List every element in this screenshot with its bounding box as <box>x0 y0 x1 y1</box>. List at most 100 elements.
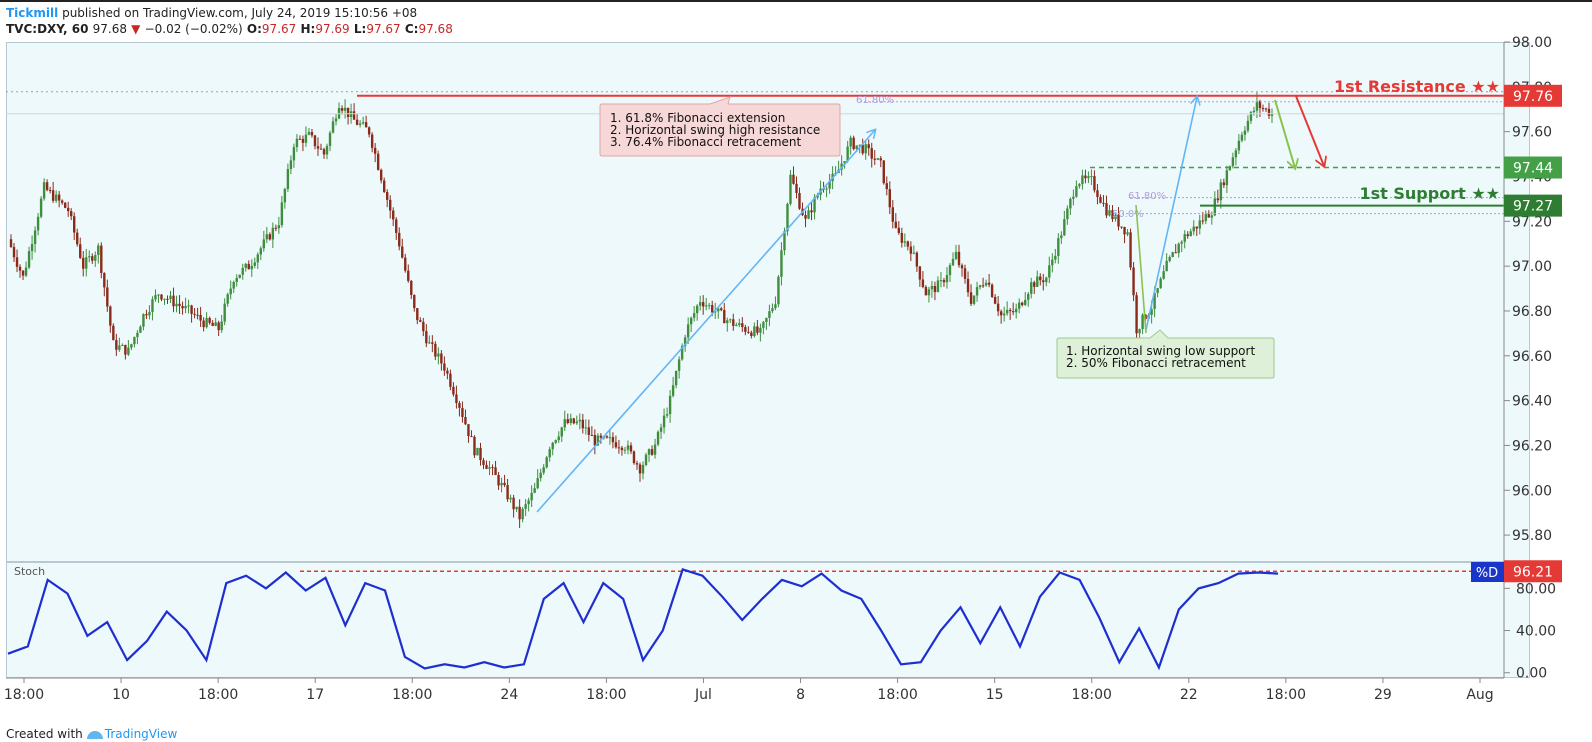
candle-body <box>804 215 807 219</box>
candle-body <box>42 182 46 199</box>
candle-body <box>705 305 708 307</box>
resistance-callout[interactable]: 1. 61.8% Fibonacci extension 2. Horizont… <box>599 96 841 157</box>
candle-body <box>768 311 771 318</box>
candle-body <box>1120 226 1123 228</box>
candle-body <box>915 252 919 267</box>
blue-arrow-up-2-icon[interactable] <box>1145 97 1197 331</box>
candle-body <box>578 419 582 422</box>
candle-body <box>897 227 901 233</box>
candle-body <box>500 482 503 486</box>
candle-body <box>527 500 530 505</box>
candle-body <box>924 286 928 296</box>
chart-canvas[interactable]: 61.80% 61.80% 50.0% 1. 61.8% Fibonacci e… <box>0 0 1592 742</box>
candle-body <box>674 370 678 386</box>
candle-body <box>373 147 377 154</box>
stoch-d-line[interactable] <box>7 568 1279 671</box>
candle-body <box>608 437 612 439</box>
candle-body <box>401 246 404 258</box>
candle-body <box>533 488 536 493</box>
candle-body <box>106 287 109 307</box>
candle-body <box>364 122 368 128</box>
candle-body <box>449 373 452 387</box>
candle-body <box>1048 265 1051 278</box>
candle-body <box>262 239 266 249</box>
candle-body <box>91 256 94 261</box>
candle-body <box>12 246 16 258</box>
candle-body <box>419 320 422 322</box>
candle-body <box>112 325 115 341</box>
candle-body <box>864 144 867 154</box>
time-axis[interactable]: 18:00 10 18:00 17 18:00 24 18:00 Jul 8 18:00 15 18:… <box>4 677 1504 703</box>
candle-body <box>726 320 729 324</box>
candle-body <box>1108 210 1111 216</box>
candle-body <box>386 192 389 200</box>
candle-body <box>250 265 253 270</box>
support-callout[interactable]: 1. Horizontal swing low support 2. 50% F… <box>1056 329 1275 379</box>
candle-body <box>229 288 232 295</box>
candle-body <box>1162 271 1165 279</box>
candle-body <box>66 207 70 212</box>
price-badge-label: 97.27 <box>1513 199 1553 215</box>
price-badges: 97.76 97.44 97.27 <box>1504 84 1562 217</box>
candle-body <box>1042 280 1045 283</box>
candle-body <box>139 326 142 333</box>
candle-body <box>1216 198 1220 201</box>
candle-body <box>566 419 569 424</box>
time-tick-label: Jul <box>694 687 712 703</box>
candle-body <box>611 437 615 443</box>
candle-body <box>963 268 967 279</box>
candle-body <box>656 431 660 445</box>
blue-arrow-up-icon[interactable] <box>536 130 875 513</box>
red-arrow-down-icon[interactable] <box>1295 95 1324 166</box>
candle-body <box>545 457 548 468</box>
candle-body <box>208 318 211 323</box>
candle-body <box>593 435 597 446</box>
candle-body <box>82 257 85 269</box>
candle-body <box>524 504 527 509</box>
candle-body <box>894 221 898 228</box>
candle-body <box>1063 219 1066 236</box>
candle-body <box>145 314 148 316</box>
candle-body <box>942 280 946 283</box>
candle-body <box>63 202 67 208</box>
candle-body <box>1261 108 1265 110</box>
candle-body <box>614 442 618 448</box>
candle-body <box>1018 302 1021 309</box>
candle-body <box>1177 243 1180 254</box>
green-arrow-down-icon[interactable] <box>1274 99 1295 168</box>
candle-body <box>223 303 226 322</box>
price-tick-label: 96.00 <box>1512 483 1552 499</box>
candle-body <box>1189 231 1192 237</box>
candle-body <box>389 199 392 211</box>
candle-body <box>33 230 37 244</box>
tradingview-link[interactable]: TradingView <box>105 727 178 741</box>
stoch-tick-label: 80.00 <box>1516 581 1556 597</box>
candle-body <box>57 194 61 201</box>
candle-body <box>455 394 458 404</box>
candle-body <box>21 270 25 276</box>
price-tick-label: 97.20 <box>1512 214 1552 230</box>
fib-618-top-label: 61.80% <box>856 95 894 106</box>
candle-body <box>491 467 494 469</box>
candle-body <box>554 440 557 443</box>
tradingview-logo-icon <box>86 729 103 739</box>
candle-body <box>590 434 594 436</box>
candle-body <box>1255 101 1259 111</box>
candle-body <box>987 282 991 285</box>
stoch-axis: 0.00 40.00 80.0096.21 <box>1504 560 1562 682</box>
candle-body <box>295 138 299 148</box>
candle-body <box>810 210 813 213</box>
candle-body <box>97 245 100 255</box>
candle-body <box>36 216 40 231</box>
candle-body <box>1171 252 1174 258</box>
candle-body <box>933 285 937 293</box>
candle-body <box>54 194 58 201</box>
candle-body <box>659 427 663 432</box>
candle-body <box>9 239 13 247</box>
candle-body <box>488 467 491 469</box>
candle-body <box>76 232 79 245</box>
time-tick-label: 10 <box>112 687 130 703</box>
candle-body <box>304 134 308 143</box>
candle-body <box>632 451 636 464</box>
candle-body <box>1057 238 1060 256</box>
